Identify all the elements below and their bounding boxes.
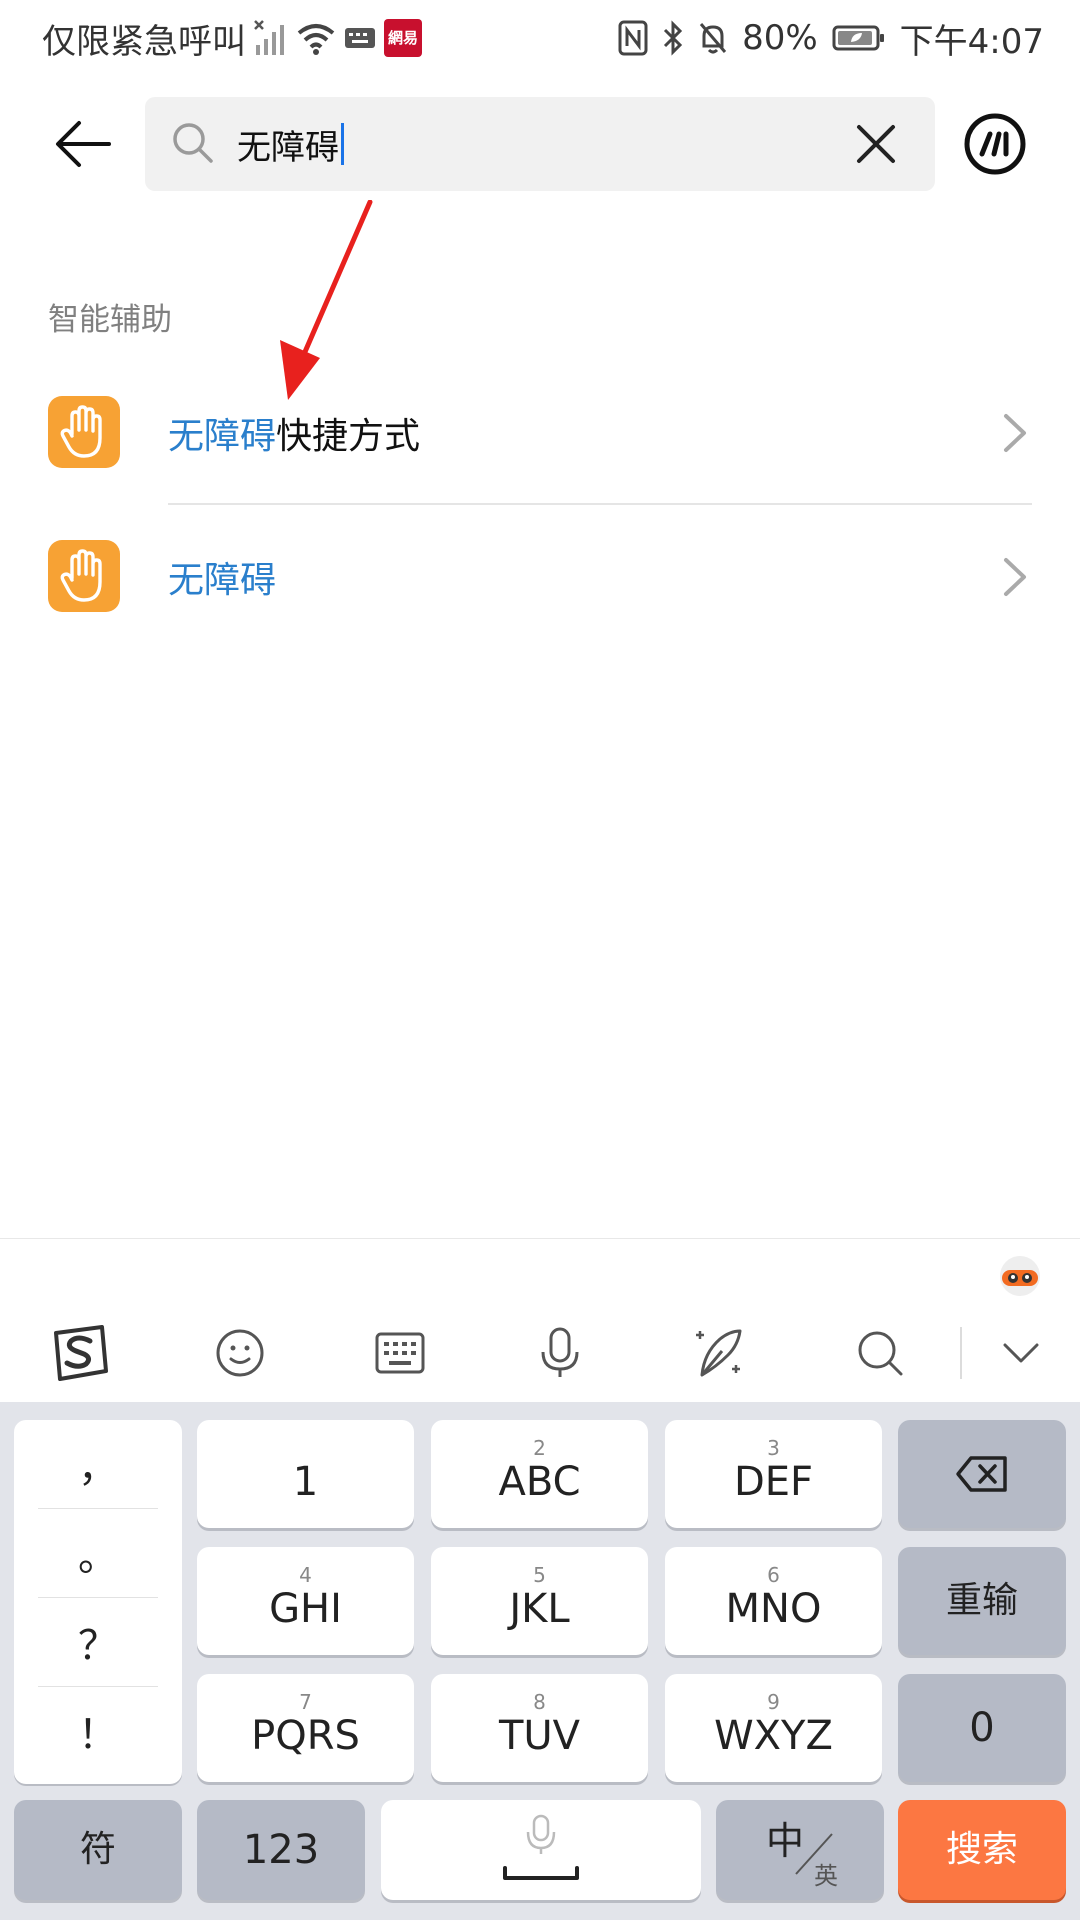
punct-key-exclaim[interactable]: ！ (14, 1687, 182, 1775)
accessibility-hand-icon (48, 540, 120, 612)
wifi-icon (296, 21, 336, 55)
keyboard-divider (0, 1238, 1080, 1239)
result-title-highlight: 无障碍 (168, 416, 277, 457)
search-input[interactable]: 无障碍 (237, 97, 344, 191)
status-bar: 仅限紧急呼叫 網易 80% 下午4:07 (0, 0, 1080, 76)
key-tuv[interactable]: 8 TUV (431, 1674, 648, 1782)
language-switch-key[interactable]: 中 英 (716, 1800, 884, 1900)
emoji-icon (216, 1329, 264, 1376)
clock: 下午4:07 (899, 21, 1044, 62)
result-title-rest: 快捷方式 (276, 416, 421, 457)
chevron-right-icon (1004, 414, 1026, 452)
result-title-highlight: 无障碍 (168, 560, 277, 601)
hide-keyboard-button[interactable] (986, 1305, 1056, 1400)
no-signal-icon (254, 19, 288, 57)
result-title: 无障碍 (168, 512, 276, 642)
keyboard-search-button[interactable] (800, 1305, 960, 1400)
search-box[interactable]: 无障碍 (145, 97, 935, 191)
battery-percent: 80% (742, 18, 818, 58)
back-button[interactable] (48, 112, 118, 176)
key-def[interactable]: 3 DEF (665, 1420, 882, 1528)
emoji-button[interactable] (160, 1305, 320, 1400)
key-mno[interactable]: 6 MNO (665, 1547, 882, 1655)
section-title: 智能辅助 (48, 302, 172, 338)
toolbar-separator (960, 1327, 962, 1379)
search-icon (173, 123, 213, 163)
back-arrow-icon (56, 121, 111, 167)
backspace-icon (956, 1456, 1007, 1492)
punct-key-comma[interactable]: ， (14, 1420, 182, 1508)
punctuation-column[interactable]: ， 。 ？ ！ (14, 1420, 182, 1784)
key-ghi[interactable]: 4 GHI (197, 1547, 414, 1655)
handwriting-button[interactable] (640, 1305, 800, 1400)
reenter-key[interactable]: 重输 (898, 1547, 1066, 1655)
punct-key-period[interactable]: 。 (14, 1509, 182, 1597)
result-item-accessibility-shortcut[interactable]: 无障碍 快捷方式 (0, 368, 1080, 498)
netease-app-icon: 網易 (384, 19, 422, 57)
sogou-logo-icon (54, 1324, 108, 1381)
search-key[interactable]: 搜索 (898, 1800, 1066, 1900)
numeric-key[interactable]: 123 (197, 1800, 365, 1900)
microphone-icon (541, 1327, 579, 1377)
chevron-right-icon (1004, 558, 1026, 596)
keyboard-mascot-icon[interactable] (996, 1250, 1044, 1298)
punct-key-question[interactable]: ？ (14, 1598, 182, 1686)
result-item-accessibility[interactable]: 无障碍 (0, 512, 1080, 642)
key-0[interactable]: 0 (898, 1674, 1066, 1782)
clear-icon[interactable] (853, 121, 899, 167)
key-1[interactable]: 1 (197, 1420, 414, 1528)
key-wxyz[interactable]: 9 WXYZ (665, 1674, 882, 1782)
bluetooth-icon (662, 20, 684, 56)
voice-input-button[interactable] (480, 1305, 640, 1400)
search-query-text: 无障碍 (237, 127, 339, 168)
mute-bell-icon (698, 21, 728, 55)
sogou-logo-button[interactable] (0, 1305, 160, 1400)
keyboard-keys-area: ， 。 ？ ！ 1 2 ABC 3 DEF 4 GHI 5 JKL 6 MNO 重输 7P… (0, 1402, 1080, 1920)
text-caret (341, 123, 344, 165)
accessibility-hand-icon (48, 396, 120, 468)
space-key[interactable] (381, 1800, 701, 1900)
key-pqrs[interactable]: 7 PQRS (197, 1674, 414, 1782)
nfc-icon (618, 20, 648, 56)
voice-assistant-icon[interactable] (963, 112, 1027, 176)
lang-secondary-label: 英 (814, 1862, 838, 1890)
keyboard-status-icon (344, 26, 376, 50)
chevron-down-icon (1003, 1343, 1039, 1362)
result-divider (168, 503, 1032, 505)
backspace-key[interactable] (898, 1420, 1066, 1528)
symbol-key[interactable]: 符 (14, 1800, 182, 1900)
result-title: 无障碍 快捷方式 (168, 368, 420, 498)
quill-pen-icon (696, 1329, 742, 1376)
search-icon (858, 1331, 903, 1375)
space-mic-icon (503, 1814, 579, 1880)
key-jkl[interactable]: 5 JKL (431, 1547, 648, 1655)
battery-saver-icon (832, 24, 886, 52)
search-header: 无障碍 (0, 92, 1080, 196)
keyboard-icon (375, 1332, 425, 1373)
key-abc[interactable]: 2 ABC (431, 1420, 648, 1528)
keyboard-toolbar (0, 1305, 1080, 1400)
keyboard-switch-button[interactable] (320, 1305, 480, 1400)
carrier-text: 仅限紧急呼叫 (42, 21, 246, 62)
